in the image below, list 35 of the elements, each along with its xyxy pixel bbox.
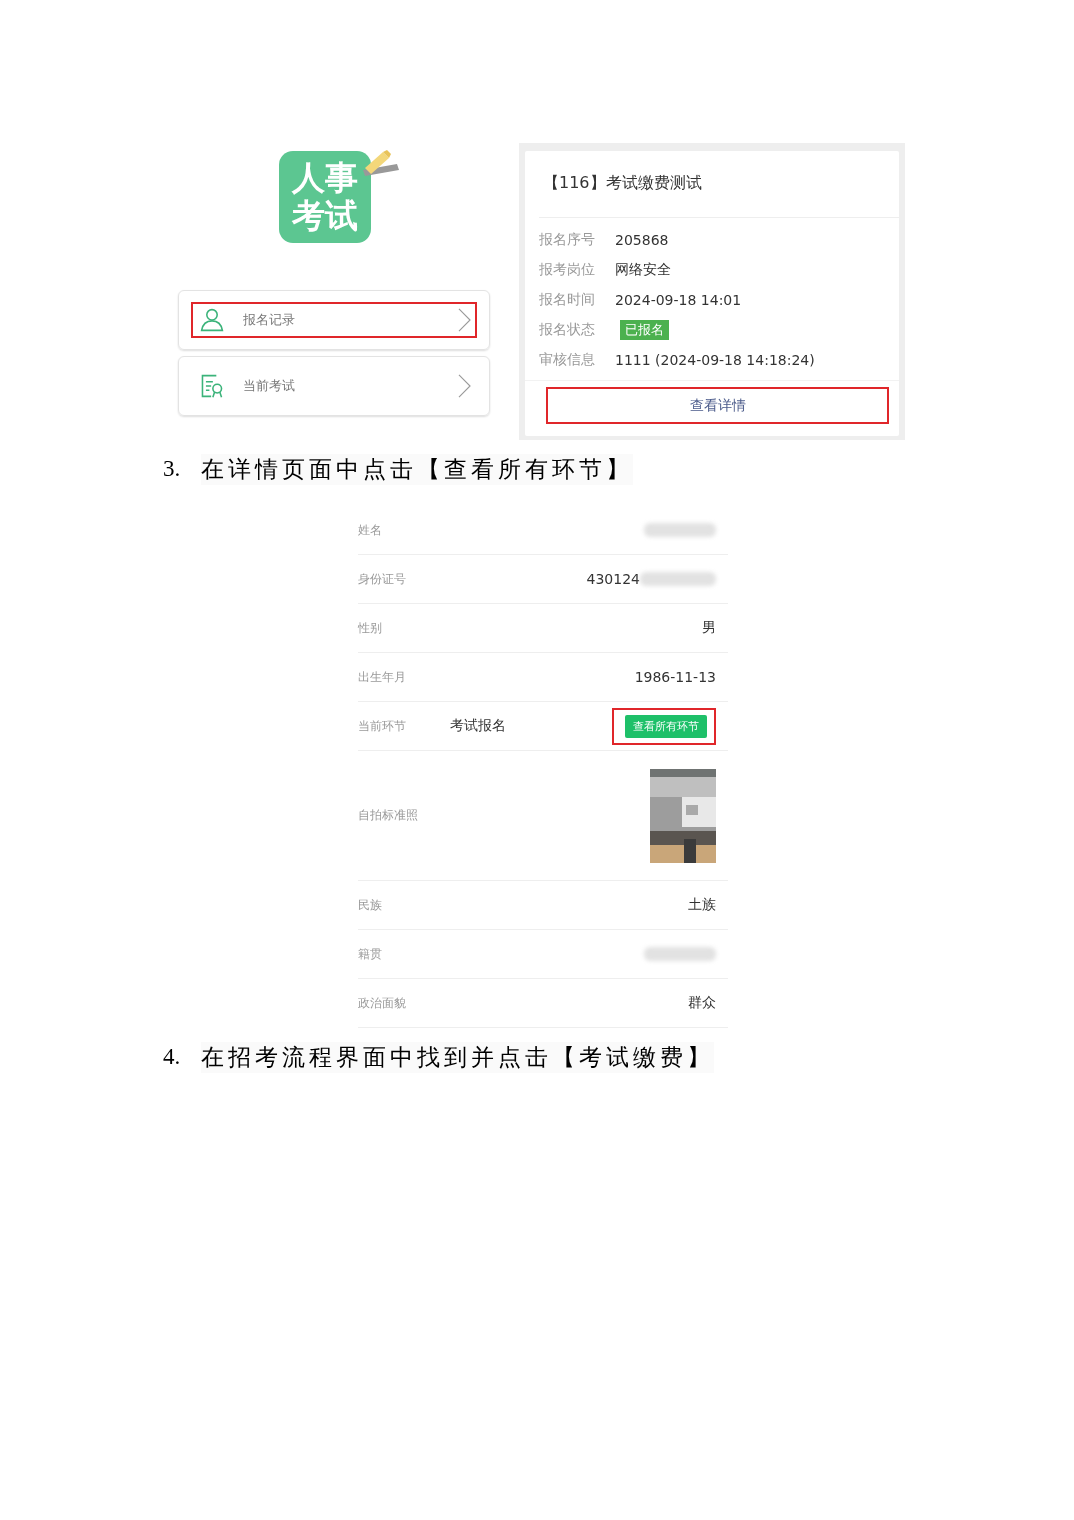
detail-label: 性别 — [358, 619, 383, 637]
detail-label: 政治面貌 — [358, 994, 407, 1012]
step-text: 4. 在招考流程界面中找到并点击【考试缴费】 — [163, 1034, 1074, 1080]
field-label: 报名时间 — [539, 291, 596, 309]
detail-label: 民族 — [358, 896, 383, 914]
detail-label: 自拍标准照 — [358, 807, 419, 824]
view-details-button[interactable]: 查看详情 — [546, 387, 889, 424]
field-value: 网络安全 — [615, 261, 671, 279]
field-value: 205868 — [615, 232, 669, 248]
detail-label: 姓名 — [358, 521, 383, 539]
field-value: 2024-09-18 14:01 — [615, 292, 742, 308]
field-label: 审核信息 — [539, 351, 596, 369]
app-logo: 人事 考试 — [279, 151, 371, 243]
field-label: 报考岗位 — [539, 261, 596, 279]
detail-value: 群众 — [688, 994, 716, 1012]
person-icon — [199, 307, 225, 333]
certificate-icon — [199, 373, 225, 399]
field-label: 报名序号 — [539, 231, 596, 249]
field-value: 1111 (2024-09-18 14:18:24) — [615, 352, 815, 368]
step-text: 3. 在详情页面中点击【查看所有环节】 — [163, 446, 1074, 492]
chevron-icon — [458, 374, 471, 398]
detail-value: 男 — [702, 619, 716, 637]
detail-label: 身份证号 — [358, 570, 407, 588]
status-badge: 已报名 — [620, 320, 669, 340]
detail-value: 考试报名 — [450, 717, 507, 735]
detail-value: 土族 — [688, 896, 716, 914]
detail-label: 出生年月 — [358, 668, 407, 686]
chevron-icon — [458, 308, 471, 332]
menu-item[interactable]: 报名记录 — [191, 302, 477, 338]
record-title: 【116】考试缴费测试 — [539, 151, 899, 218]
detail-label: 当前环节 — [358, 717, 407, 735]
detail-label: 籍贯 — [358, 945, 383, 963]
detail-value: 430124 — [586, 571, 640, 587]
field-label: 报名状态 — [539, 321, 596, 339]
detail-value: 1986-11-13 — [634, 669, 716, 685]
